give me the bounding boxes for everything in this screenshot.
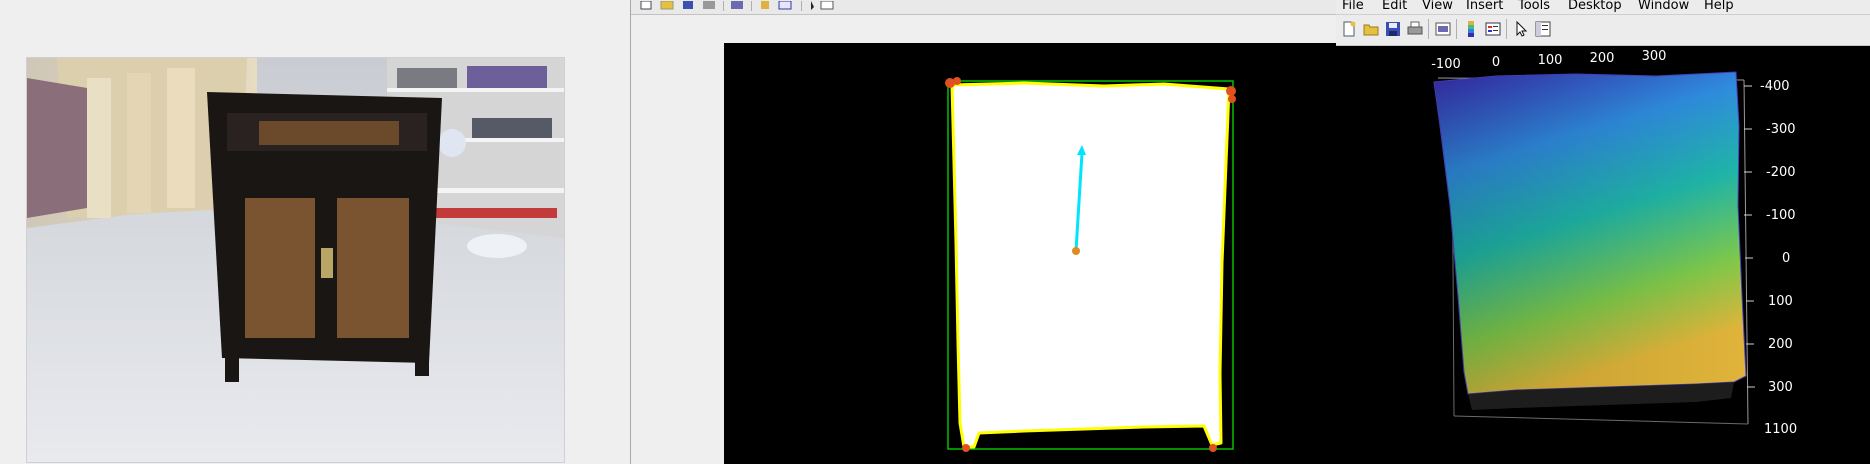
edit-plot-icon[interactable] [1512, 20, 1530, 38]
y-tick-label: -300 [1766, 122, 1796, 137]
open-file-icon[interactable] [1362, 20, 1380, 38]
corner-marker [1228, 95, 1236, 103]
rgb-image-figure [0, 0, 630, 464]
x-tick-label: 200 [1590, 51, 1615, 66]
x-axis-ticks: -100 0 100 200 300 [1431, 49, 1666, 72]
print-preview-icon[interactable] [1434, 20, 1452, 38]
surface-plot-axes: -100 0 100 200 300 -400 -300 -200 -100 0… [1431, 49, 1797, 437]
insert-legend-icon[interactable] [778, 0, 792, 10]
insert-legend-icon[interactable] [1484, 20, 1502, 38]
corner-marker [1226, 86, 1236, 96]
menu-edit[interactable]: Edit [1382, 0, 1407, 14]
x-tick-label: 100 [1538, 53, 1563, 68]
property-inspector-icon[interactable] [1534, 20, 1552, 38]
new-figure-icon[interactable] [1340, 20, 1358, 38]
plot3d-figure: File Edit View Insert Tools Desktop Wind… [1336, 0, 1870, 464]
x-tick-label: -100 [1431, 57, 1461, 72]
corner-marker [962, 444, 970, 452]
mask-axes [724, 43, 1339, 464]
mask-figure-toolbar [631, 0, 1339, 15]
menu-desktop[interactable]: Desktop [1568, 0, 1622, 14]
x-tick-label: 0 [1492, 55, 1500, 70]
mask-figure [630, 0, 1339, 464]
print-figure-icon[interactable] [703, 1, 715, 9]
cabinet-photo [26, 57, 565, 463]
z-tick-label: 1100 [1764, 422, 1797, 437]
menu-file[interactable]: File [1342, 0, 1364, 14]
menu-view[interactable]: View [1422, 0, 1453, 14]
y-tick-label: 200 [1768, 337, 1793, 352]
save-figure-icon[interactable] [683, 1, 693, 9]
corner-marker [1209, 444, 1217, 452]
y-axis-ticks: -400 -300 -200 -100 0 100 200 300 [1760, 79, 1796, 395]
y-tick-label: 0 [1782, 251, 1790, 266]
menu-tools[interactable]: Tools [1518, 0, 1550, 14]
open-file-icon[interactable] [660, 0, 674, 10]
print-preview-icon[interactable] [731, 1, 743, 9]
corner-marker [953, 77, 961, 85]
centroid-marker [1072, 247, 1080, 255]
menu-help[interactable]: Help [1704, 0, 1734, 14]
y-tick-label: 100 [1768, 294, 1793, 309]
menu-insert[interactable]: Insert [1466, 0, 1503, 14]
print-figure-icon[interactable] [1406, 20, 1424, 38]
property-inspector-icon[interactable] [820, 0, 834, 10]
insert-colorbar-icon[interactable] [1462, 20, 1480, 38]
y-tick-label: -400 [1760, 79, 1790, 94]
insert-colorbar-icon[interactable] [761, 1, 769, 9]
figure-menubar: File Edit View Insert Tools Desktop Wind… [1336, 0, 1870, 15]
menu-window[interactable]: Window [1638, 0, 1689, 14]
y-tick-label: -200 [1766, 165, 1796, 180]
x-tick-label: 300 [1642, 49, 1667, 64]
object-mask [950, 81, 1231, 449]
y-tick-label: -100 [1766, 208, 1796, 223]
new-figure-icon[interactable] [640, 0, 652, 10]
figure-toolbar [1336, 15, 1870, 46]
save-figure-icon[interactable] [1384, 20, 1402, 38]
y-tick-label: 300 [1768, 380, 1793, 395]
edit-plot-icon[interactable] [811, 1, 814, 10]
